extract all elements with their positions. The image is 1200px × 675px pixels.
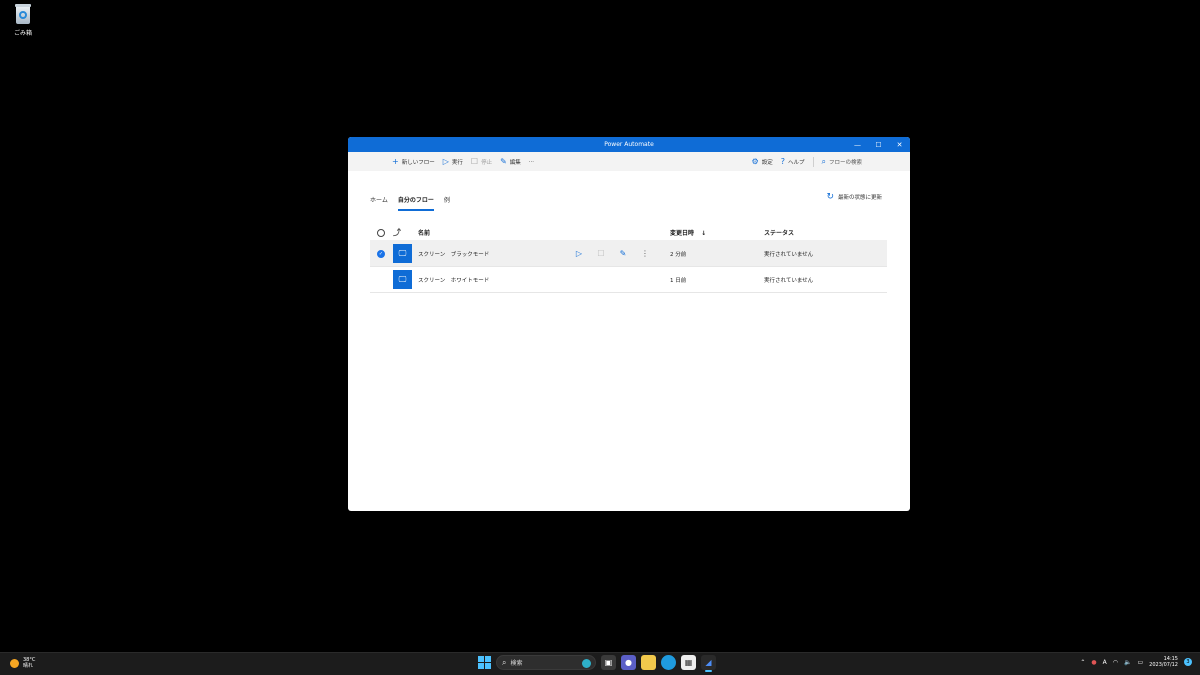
edit-button[interactable]: ✎ 編集 bbox=[500, 156, 521, 166]
title-bar[interactable]: Power Automate — ☐ ✕ bbox=[348, 137, 910, 152]
toolbar-divider bbox=[812, 156, 814, 167]
clock[interactable]: 14:15 2023/07/12 bbox=[1149, 656, 1178, 668]
start-button[interactable] bbox=[478, 656, 491, 669]
pencil-icon: ✎ bbox=[500, 156, 507, 166]
flow-modified: 2 分前 bbox=[670, 251, 687, 258]
recycle-bin-label: ごみ箱 bbox=[13, 30, 32, 37]
tab-home[interactable]: ホーム bbox=[370, 195, 388, 211]
minimize-button[interactable]: — bbox=[847, 137, 868, 152]
tab-bar: ホーム 自分のフロー 例 bbox=[370, 195, 450, 211]
power-automate-window: Power Automate — ☐ ✕ + 新しいフロー ▷ 実行 ☐ 停止 … bbox=[348, 137, 910, 511]
stop-icon: ☐ bbox=[470, 156, 479, 166]
checkmark-icon: ✓ bbox=[377, 249, 385, 258]
flow-modified: 1 日前 bbox=[670, 277, 687, 284]
flows-table: ⤴ 名前 変更日時 ↓ ステータス ✓ 🖵 スクリーン ブラックモード ▷ ☐ … bbox=[370, 225, 887, 293]
flow-status: 実行されていません bbox=[764, 251, 814, 258]
weather-desc: 晴れ bbox=[23, 663, 34, 669]
power-automate-taskbar-icon[interactable]: ◢ bbox=[701, 655, 716, 672]
table-row[interactable]: 🖵 スクリーン ホワイトモード 1 日前 実行されていません bbox=[370, 267, 887, 293]
search-icon: ⌕ bbox=[821, 156, 826, 166]
sun-icon bbox=[10, 658, 19, 668]
ellipsis-icon: ··· bbox=[528, 158, 535, 165]
stop-button[interactable]: ☐ 停止 bbox=[470, 156, 492, 166]
chevron-up-icon[interactable]: ⌃ bbox=[1080, 659, 1085, 666]
sort-arrow-icon: ↓ bbox=[701, 230, 707, 237]
run-button[interactable]: ▷ 実行 bbox=[442, 156, 463, 166]
ime-indicator[interactable]: A bbox=[1103, 659, 1107, 666]
desktop-flow-icon: 🖵 bbox=[393, 270, 412, 289]
flow-name[interactable]: スクリーン ブラックモード bbox=[418, 250, 489, 258]
column-modified[interactable]: 変更日時 ↓ bbox=[670, 228, 706, 237]
tab-examples[interactable]: 例 bbox=[444, 195, 450, 211]
taskbar-search-label: 検索 bbox=[510, 660, 523, 667]
gear-icon: ⚙ bbox=[751, 156, 759, 166]
close-button[interactable]: ✕ bbox=[889, 137, 910, 152]
taskbar-search[interactable]: ⌕ 検索 bbox=[496, 655, 596, 670]
flow-name[interactable]: スクリーン ホワイトモード bbox=[418, 276, 489, 284]
store-icon[interactable]: ▦ bbox=[681, 655, 696, 670]
question-icon: ? bbox=[780, 156, 785, 166]
edit-flow-icon[interactable]: ✎ bbox=[619, 249, 627, 258]
stop-flow-icon[interactable]: ☐ bbox=[597, 249, 605, 258]
search-placeholder: フローの検索 bbox=[828, 159, 862, 166]
wifi-icon[interactable]: ◠ bbox=[1113, 659, 1118, 666]
flow-type-icon: ⤴ bbox=[393, 228, 401, 237]
flow-search-input[interactable]: ⌕ フローの検索 bbox=[822, 157, 863, 167]
column-name[interactable]: 名前 bbox=[418, 228, 430, 237]
notification-badge[interactable]: 3 bbox=[1184, 658, 1192, 666]
flow-status: 実行されていません bbox=[764, 277, 814, 284]
search-icon: ⌕ bbox=[502, 657, 507, 667]
select-all-checkbox[interactable] bbox=[377, 228, 385, 237]
play-icon: ▷ bbox=[442, 156, 449, 166]
table-row[interactable]: ✓ 🖵 スクリーン ブラックモード ▷ ☐ ✎ ⋮ 2 分前 実行されていません bbox=[370, 241, 887, 267]
speaker-icon[interactable]: 🔈 bbox=[1124, 659, 1131, 666]
battery-icon[interactable]: ▭ bbox=[1138, 659, 1144, 666]
maximize-button[interactable]: ☐ bbox=[868, 137, 889, 152]
run-flow-icon[interactable]: ▷ bbox=[575, 249, 583, 258]
desktop-flow-icon: 🖵 bbox=[393, 244, 412, 263]
new-flow-button[interactable]: + 新しいフロー bbox=[392, 156, 435, 166]
weather-widget[interactable]: 38°C 晴れ bbox=[10, 657, 35, 669]
recycle-bin-shortcut[interactable]: ごみ箱 bbox=[8, 3, 38, 37]
tab-my-flows[interactable]: 自分のフロー bbox=[397, 195, 434, 211]
edge-icon[interactable] bbox=[661, 655, 676, 670]
recycle-bin-icon bbox=[14, 3, 32, 25]
row-checkbox[interactable]: ✓ bbox=[377, 249, 385, 258]
teams-chat-icon[interactable]: ● bbox=[621, 655, 636, 670]
clock-date: 2023/07/12 bbox=[1149, 662, 1178, 668]
command-bar: + 新しいフロー ▷ 実行 ☐ 停止 ✎ 編集 ··· ⚙ 設定 ? ヘルプ ⌕… bbox=[348, 152, 910, 171]
settings-button[interactable]: ⚙ 設定 bbox=[751, 156, 773, 166]
window-title: Power Automate bbox=[604, 141, 654, 148]
network-warning-icon[interactable]: ● bbox=[1091, 659, 1096, 666]
table-header: ⤴ 名前 変更日時 ↓ ステータス bbox=[370, 225, 887, 241]
task-view-icon[interactable]: ▣ bbox=[601, 655, 616, 670]
column-status[interactable]: ステータス bbox=[764, 228, 794, 237]
more-options-button[interactable]: ··· bbox=[529, 159, 534, 165]
refresh-icon: ↻ bbox=[826, 192, 834, 202]
bing-icon bbox=[582, 659, 591, 668]
refresh-button[interactable]: ↻ 最新の状態に更新 bbox=[826, 192, 882, 202]
help-button[interactable]: ? ヘルプ bbox=[780, 156, 805, 166]
plus-icon: + bbox=[392, 156, 399, 166]
taskbar: 38°C 晴れ ⌕ 検索 ▣ ● ▦ ◢ ⌃ ● A ◠ 🔈 ▭ 14:15 2… bbox=[0, 652, 1200, 675]
system-tray: ⌃ ● A ◠ 🔈 ▭ 14:15 2023/07/12 3 bbox=[1080, 656, 1192, 668]
more-vertical-icon[interactable]: ⋮ bbox=[641, 249, 649, 258]
file-explorer-icon[interactable] bbox=[641, 655, 656, 670]
